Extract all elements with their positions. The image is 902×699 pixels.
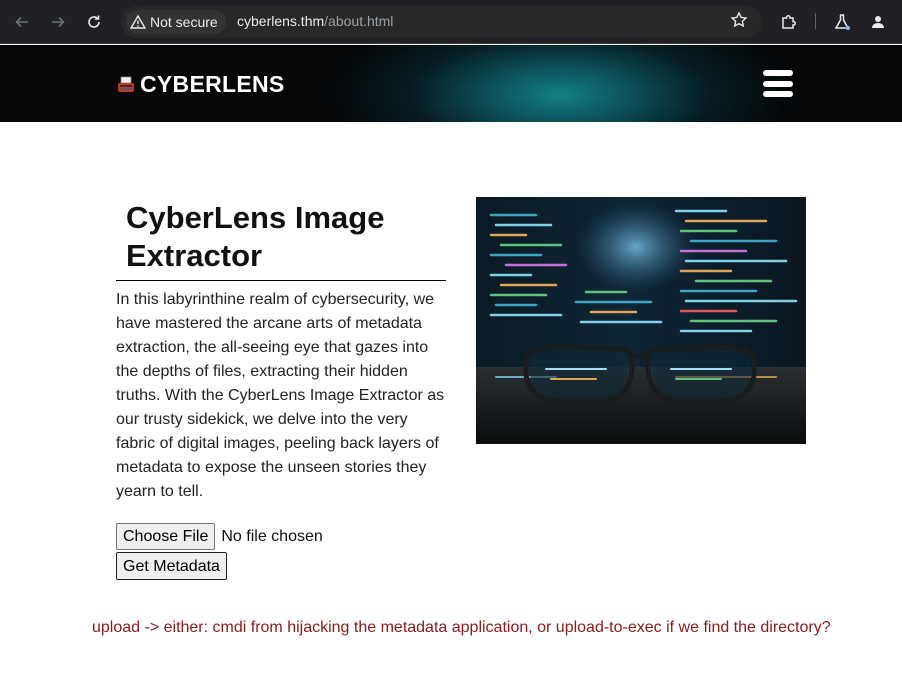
security-label: Not secure: [150, 14, 218, 30]
arrow-right-icon: [52, 16, 65, 28]
annotation-note: upload -> either: cmdi from hijacking th…: [92, 619, 831, 636]
get-metadata-button[interactable]: Get Metadata: [116, 552, 227, 580]
typewriter-icon: [118, 76, 134, 92]
hamburger-menu-icon: [763, 80, 793, 87]
site-header: CYBERLENS: [0, 45, 902, 122]
bookmark-star-button[interactable]: [730, 11, 748, 34]
reload-button[interactable]: [82, 10, 106, 34]
labs-button[interactable]: [830, 10, 854, 34]
menu-toggle-button[interactable]: [763, 70, 793, 97]
extensions-button[interactable]: [777, 10, 801, 34]
choose-file-button[interactable]: Choose File: [116, 523, 216, 550]
arrow-left-icon: [15, 16, 28, 28]
warning-triangle-icon: [130, 14, 146, 29]
title-block: CyberLens Image Extractor: [116, 199, 446, 281]
person-icon: [872, 16, 884, 28]
forward-button[interactable]: [46, 10, 70, 34]
glasses-code-photo: [476, 197, 806, 444]
profile-button[interactable]: [866, 10, 890, 34]
back-button[interactable]: [10, 10, 34, 34]
flask-icon: [834, 14, 850, 30]
star-icon: [730, 11, 748, 28]
submit-row: Get Metadata: [116, 552, 227, 580]
page-title: CyberLens Image Extractor: [126, 200, 385, 273]
brand-name: CYBERLENS: [140, 71, 285, 97]
puzzle-icon: [782, 15, 796, 29]
url-path: /about.html: [324, 13, 394, 29]
description-text: In this labyrinthine realm of cybersecur…: [116, 291, 445, 500]
hamburger-menu-icon: [763, 70, 793, 76]
hero-image: [476, 197, 806, 444]
toolbar-divider: [815, 13, 816, 29]
security-indicator[interactable]: Not secure: [126, 10, 226, 34]
file-upload-row: Choose File No file chosen: [116, 523, 323, 550]
url-host: cyberlens.thm: [237, 13, 325, 29]
site-brand[interactable]: CYBERLENS: [116, 71, 285, 98]
browser-toolbar: Not secure cyberlens.thm/about.html: [0, 0, 902, 44]
reload-icon: [88, 15, 100, 28]
hamburger-menu-icon: [763, 91, 793, 97]
address-bar[interactable]: Not secure cyberlens.thm/about.html: [121, 6, 762, 38]
url-text[interactable]: cyberlens.thm/about.html: [237, 13, 393, 29]
file-status-text: No file chosen: [221, 527, 323, 545]
